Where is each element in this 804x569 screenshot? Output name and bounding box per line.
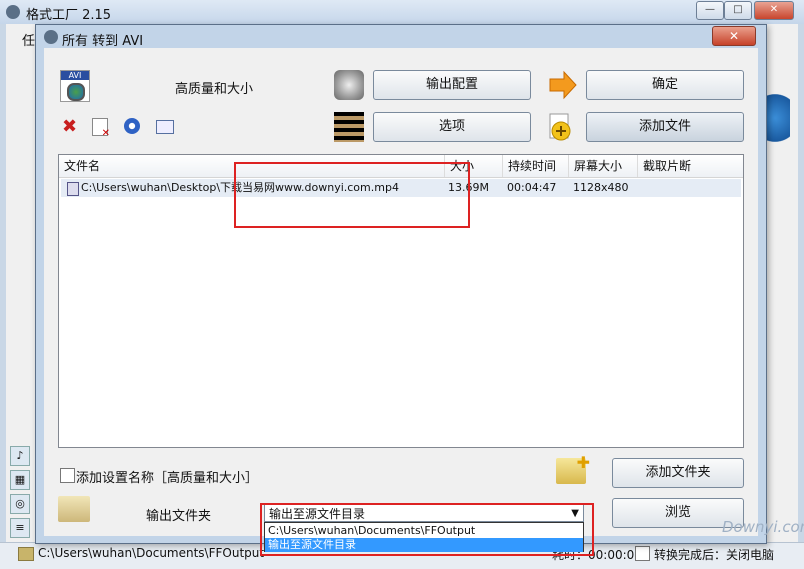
quality-label: 高质量和大小 [175,82,254,97]
avi-format-icon: AVI [60,70,90,102]
status-output-path: C:\Users\wuhan\Documents\FFOutput [38,546,265,560]
add-file-icon [546,112,576,142]
add-file-button[interactable]: 添加文件 [586,112,744,142]
app-logo-icon [6,5,20,19]
video-file-icon [67,182,79,196]
camera-config-icon [334,70,364,100]
dialog-close-button[interactable]: ✕ [712,26,756,46]
app-titlebar [0,0,804,24]
music-icon[interactable]: ♪ [10,446,30,466]
dialog-title: 所有 转到 AVI [62,34,144,49]
ok-button[interactable]: 确定 [586,70,744,100]
add-setting-name-label: 添加设置名称［高质量和大小］ [76,471,259,486]
play-icon[interactable] [124,118,140,134]
picture-icon[interactable]: ▦ [10,470,30,490]
row-screen-size: 1128x480 [573,181,629,194]
output-config-button[interactable]: 输出配置 [373,70,531,100]
column-header-screen[interactable]: 屏幕大小 [568,155,637,177]
add-setting-name-checkbox[interactable] [60,468,75,483]
menu-item-task[interactable]: 任 [22,30,35,49]
folder-icon [18,547,34,561]
film-scissors-icon [334,112,364,142]
output-folder-label: 输出文件夹 [146,509,212,524]
output-folder-icon [58,496,90,522]
delete-icon[interactable]: ✖ [62,116,77,137]
column-header-duration[interactable]: 持续时间 [502,155,568,177]
options-button[interactable]: 选项 [373,112,531,142]
watermark: Downyi.com [722,518,804,536]
disc-icon[interactable]: ◎ [10,494,30,514]
media-info-icon[interactable] [156,120,174,134]
shutdown-checkbox[interactable] [635,546,650,561]
arrow-right-icon [548,70,578,100]
status-after-done: 转换完成后：关闭电脑 [654,548,775,562]
highlight-box [260,503,594,556]
side-toolbar: ♪ ▦ ◎ ≡ [10,440,34,540]
highlight-box [234,162,470,228]
clear-list-icon[interactable]: ✕ [92,118,110,139]
document-icon[interactable]: ≡ [10,518,30,538]
dialog-logo-icon [44,30,58,44]
add-folder-icon: ✚ [556,453,590,484]
app-title: 格式工厂 2.15 [26,8,112,23]
maximize-button[interactable]: □ [724,1,752,20]
row-duration: 00:04:47 [507,181,557,194]
column-header-clip[interactable]: 截取片断 [637,155,743,177]
minimize-button[interactable]: — [696,1,724,20]
add-folder-button[interactable]: 添加文件夹 [612,458,744,488]
app-close-button[interactable]: ✕ [754,1,794,20]
